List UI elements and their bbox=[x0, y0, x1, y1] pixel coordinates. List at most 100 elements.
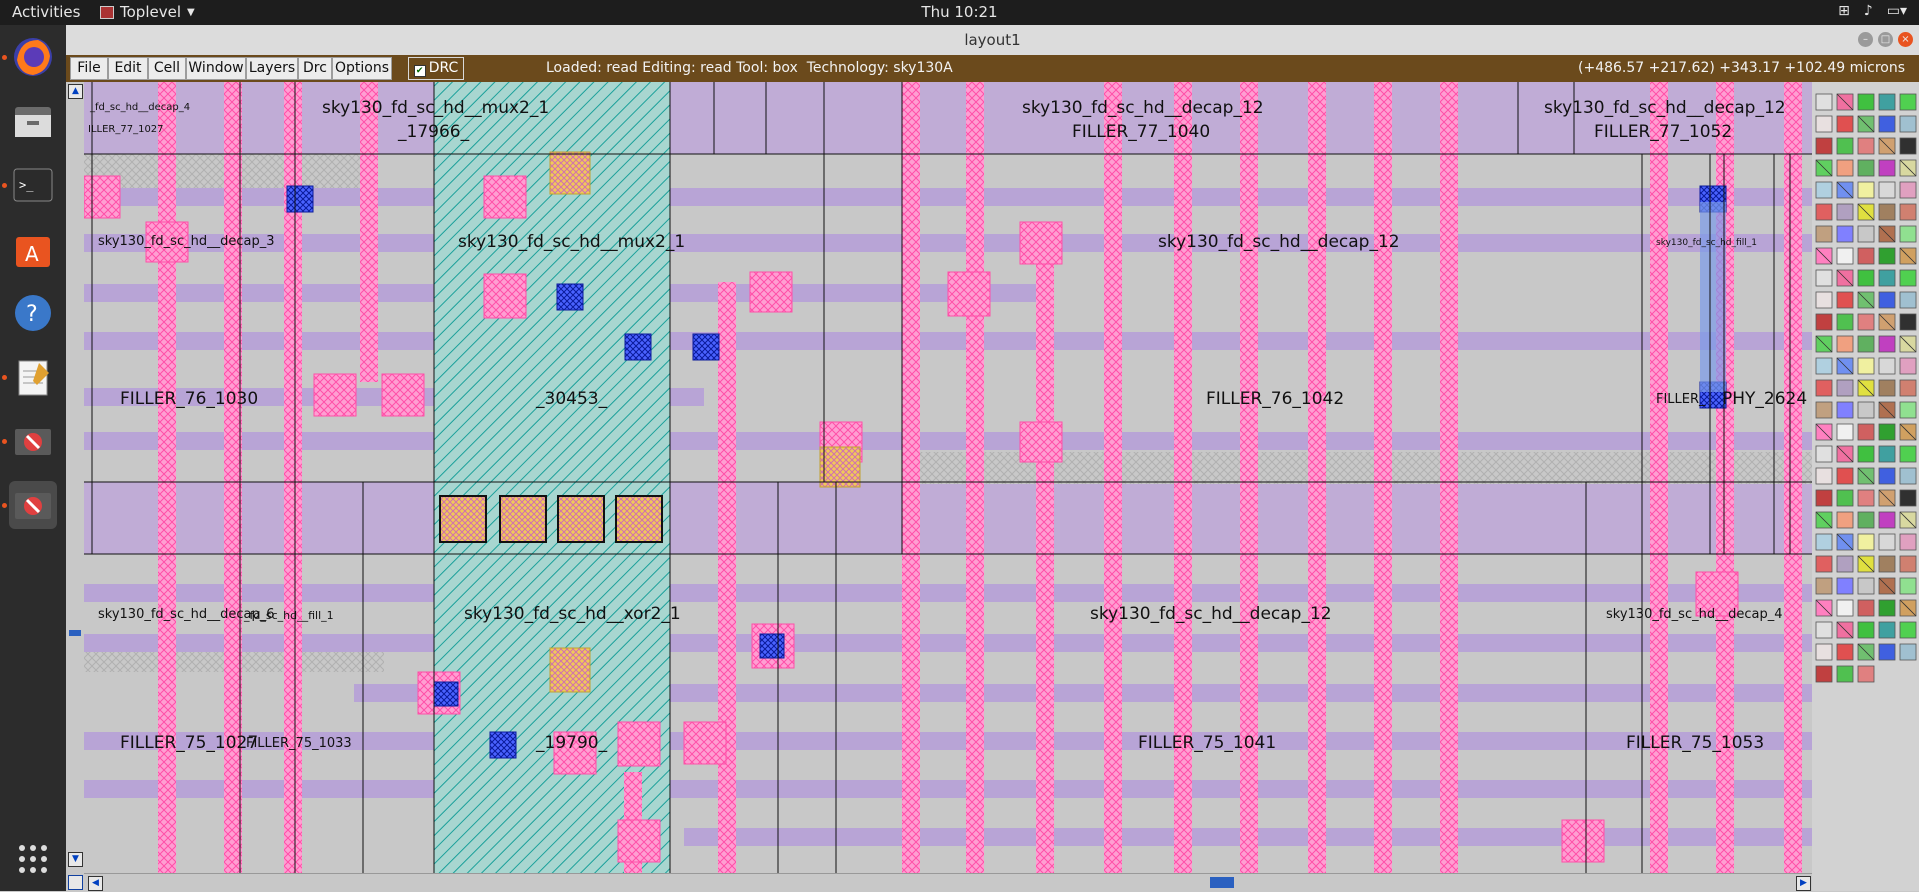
layer-swatch[interactable] bbox=[1878, 335, 1896, 353]
layer-swatch[interactable] bbox=[1815, 291, 1833, 309]
maximize-icon[interactable]: □ bbox=[1878, 32, 1893, 47]
stop-app-icon[interactable] bbox=[9, 481, 57, 529]
scroll-down-icon[interactable]: ▼ bbox=[68, 852, 83, 867]
layer-swatch[interactable] bbox=[1836, 489, 1854, 507]
layer-swatch[interactable] bbox=[1815, 643, 1833, 661]
vertical-scrollbar[interactable]: ▲ ▼ bbox=[66, 82, 85, 874]
layer-swatch[interactable] bbox=[1857, 93, 1875, 111]
help-icon[interactable]: ? bbox=[9, 289, 57, 337]
layer-swatch[interactable] bbox=[1836, 291, 1854, 309]
layer-swatch[interactable] bbox=[1857, 665, 1875, 683]
layer-swatch[interactable] bbox=[1836, 247, 1854, 265]
layer-swatch[interactable] bbox=[1899, 445, 1917, 463]
layer-swatch[interactable] bbox=[1878, 357, 1896, 375]
scroll-thumb[interactable] bbox=[69, 630, 81, 636]
show-apps-icon[interactable] bbox=[9, 835, 57, 883]
text-editor-icon[interactable] bbox=[9, 353, 57, 401]
layer-swatch[interactable] bbox=[1836, 511, 1854, 529]
layer-swatch[interactable] bbox=[1878, 379, 1896, 397]
edit-menu[interactable]: Edit bbox=[108, 57, 148, 80]
layer-swatch[interactable] bbox=[1815, 665, 1833, 683]
layer-swatch[interactable] bbox=[1836, 203, 1854, 221]
horizontal-scrollbar[interactable]: ◀ ▶ bbox=[84, 873, 1812, 892]
layer-swatch[interactable] bbox=[1857, 159, 1875, 177]
layer-swatch[interactable] bbox=[1815, 115, 1833, 133]
layer-swatch[interactable] bbox=[1899, 643, 1917, 661]
layer-swatch[interactable] bbox=[1878, 269, 1896, 287]
layer-swatch[interactable] bbox=[1878, 555, 1896, 573]
layer-swatch[interactable] bbox=[1815, 445, 1833, 463]
layer-swatch[interactable] bbox=[1878, 423, 1896, 441]
layer-swatch[interactable] bbox=[1857, 357, 1875, 375]
layer-swatch[interactable] bbox=[1878, 291, 1896, 309]
layer-swatch[interactable] bbox=[1878, 93, 1896, 111]
clock[interactable]: Thu 10:21 bbox=[921, 3, 997, 21]
firefox-icon[interactable] bbox=[9, 33, 57, 81]
layer-swatch[interactable] bbox=[1857, 181, 1875, 199]
layer-swatch[interactable] bbox=[1815, 489, 1833, 507]
layer-swatch[interactable] bbox=[1857, 577, 1875, 595]
layer-swatch[interactable] bbox=[1878, 445, 1896, 463]
layer-swatch[interactable] bbox=[1857, 599, 1875, 617]
layer-swatch[interactable] bbox=[1836, 335, 1854, 353]
layer-swatch[interactable] bbox=[1815, 181, 1833, 199]
zoom-box-icon[interactable] bbox=[68, 875, 83, 890]
scroll-thumb[interactable] bbox=[1210, 877, 1234, 888]
drc-menu[interactable]: Drc bbox=[298, 57, 332, 80]
layer-swatch[interactable] bbox=[1899, 357, 1917, 375]
layer-swatch[interactable] bbox=[1815, 137, 1833, 155]
layer-swatch[interactable] bbox=[1815, 357, 1833, 375]
scroll-left-icon[interactable]: ◀ bbox=[88, 876, 103, 891]
layer-swatch[interactable] bbox=[1899, 555, 1917, 573]
layer-swatch[interactable] bbox=[1815, 203, 1833, 221]
layer-swatch[interactable] bbox=[1836, 115, 1854, 133]
layer-swatch[interactable] bbox=[1815, 225, 1833, 243]
window-titlebar[interactable]: layout1 – □ × bbox=[66, 25, 1919, 56]
layout-canvas[interactable]: _fd_sc_hd__decap_4 ILLER_77_1027 sky130_… bbox=[84, 82, 1812, 873]
volume-icon[interactable]: ♪ bbox=[1864, 3, 1873, 19]
layer-swatch[interactable] bbox=[1836, 159, 1854, 177]
terminal-icon[interactable]: >_ bbox=[9, 161, 57, 209]
scroll-up-icon[interactable]: ▲ bbox=[68, 84, 83, 99]
layer-swatch[interactable] bbox=[1815, 93, 1833, 111]
layer-swatch[interactable] bbox=[1815, 577, 1833, 595]
layer-swatch[interactable] bbox=[1815, 555, 1833, 573]
layer-swatch[interactable] bbox=[1815, 313, 1833, 331]
layer-swatch[interactable] bbox=[1899, 533, 1917, 551]
layer-swatch[interactable] bbox=[1878, 599, 1896, 617]
layer-swatch[interactable] bbox=[1899, 379, 1917, 397]
minimize-icon[interactable]: – bbox=[1858, 32, 1873, 47]
layer-swatch[interactable] bbox=[1857, 621, 1875, 639]
options-menu[interactable]: Options bbox=[332, 57, 392, 80]
layer-swatch[interactable] bbox=[1815, 533, 1833, 551]
layer-swatch[interactable] bbox=[1878, 247, 1896, 265]
layer-swatch[interactable] bbox=[1836, 313, 1854, 331]
layer-swatch[interactable] bbox=[1836, 225, 1854, 243]
layer-swatch[interactable] bbox=[1878, 511, 1896, 529]
layer-swatch[interactable] bbox=[1899, 291, 1917, 309]
layer-swatch[interactable] bbox=[1857, 511, 1875, 529]
layer-swatch[interactable] bbox=[1878, 533, 1896, 551]
layer-swatch[interactable] bbox=[1836, 379, 1854, 397]
layer-swatch[interactable] bbox=[1836, 401, 1854, 419]
layer-swatch[interactable] bbox=[1857, 137, 1875, 155]
layer-swatch[interactable] bbox=[1899, 621, 1917, 639]
layer-swatch[interactable] bbox=[1857, 269, 1875, 287]
layer-swatch[interactable] bbox=[1836, 643, 1854, 661]
layer-swatch[interactable] bbox=[1836, 423, 1854, 441]
layer-swatch[interactable] bbox=[1815, 467, 1833, 485]
layer-swatch[interactable] bbox=[1878, 159, 1896, 177]
layer-swatch[interactable] bbox=[1899, 115, 1917, 133]
app-menu[interactable]: Toplevel ▼ bbox=[100, 3, 195, 21]
layer-swatch[interactable] bbox=[1836, 137, 1854, 155]
layer-swatch[interactable] bbox=[1899, 489, 1917, 507]
layer-swatch[interactable] bbox=[1857, 445, 1875, 463]
layer-swatch[interactable] bbox=[1878, 181, 1896, 199]
layers-menu[interactable]: Layers bbox=[246, 57, 298, 80]
layer-swatch[interactable] bbox=[1878, 467, 1896, 485]
layer-swatch[interactable] bbox=[1836, 467, 1854, 485]
layer-swatch[interactable] bbox=[1836, 555, 1854, 573]
layer-swatch[interactable] bbox=[1815, 401, 1833, 419]
file-menu[interactable]: File bbox=[70, 57, 108, 80]
battery-icon[interactable]: ▭▾ bbox=[1887, 3, 1907, 19]
